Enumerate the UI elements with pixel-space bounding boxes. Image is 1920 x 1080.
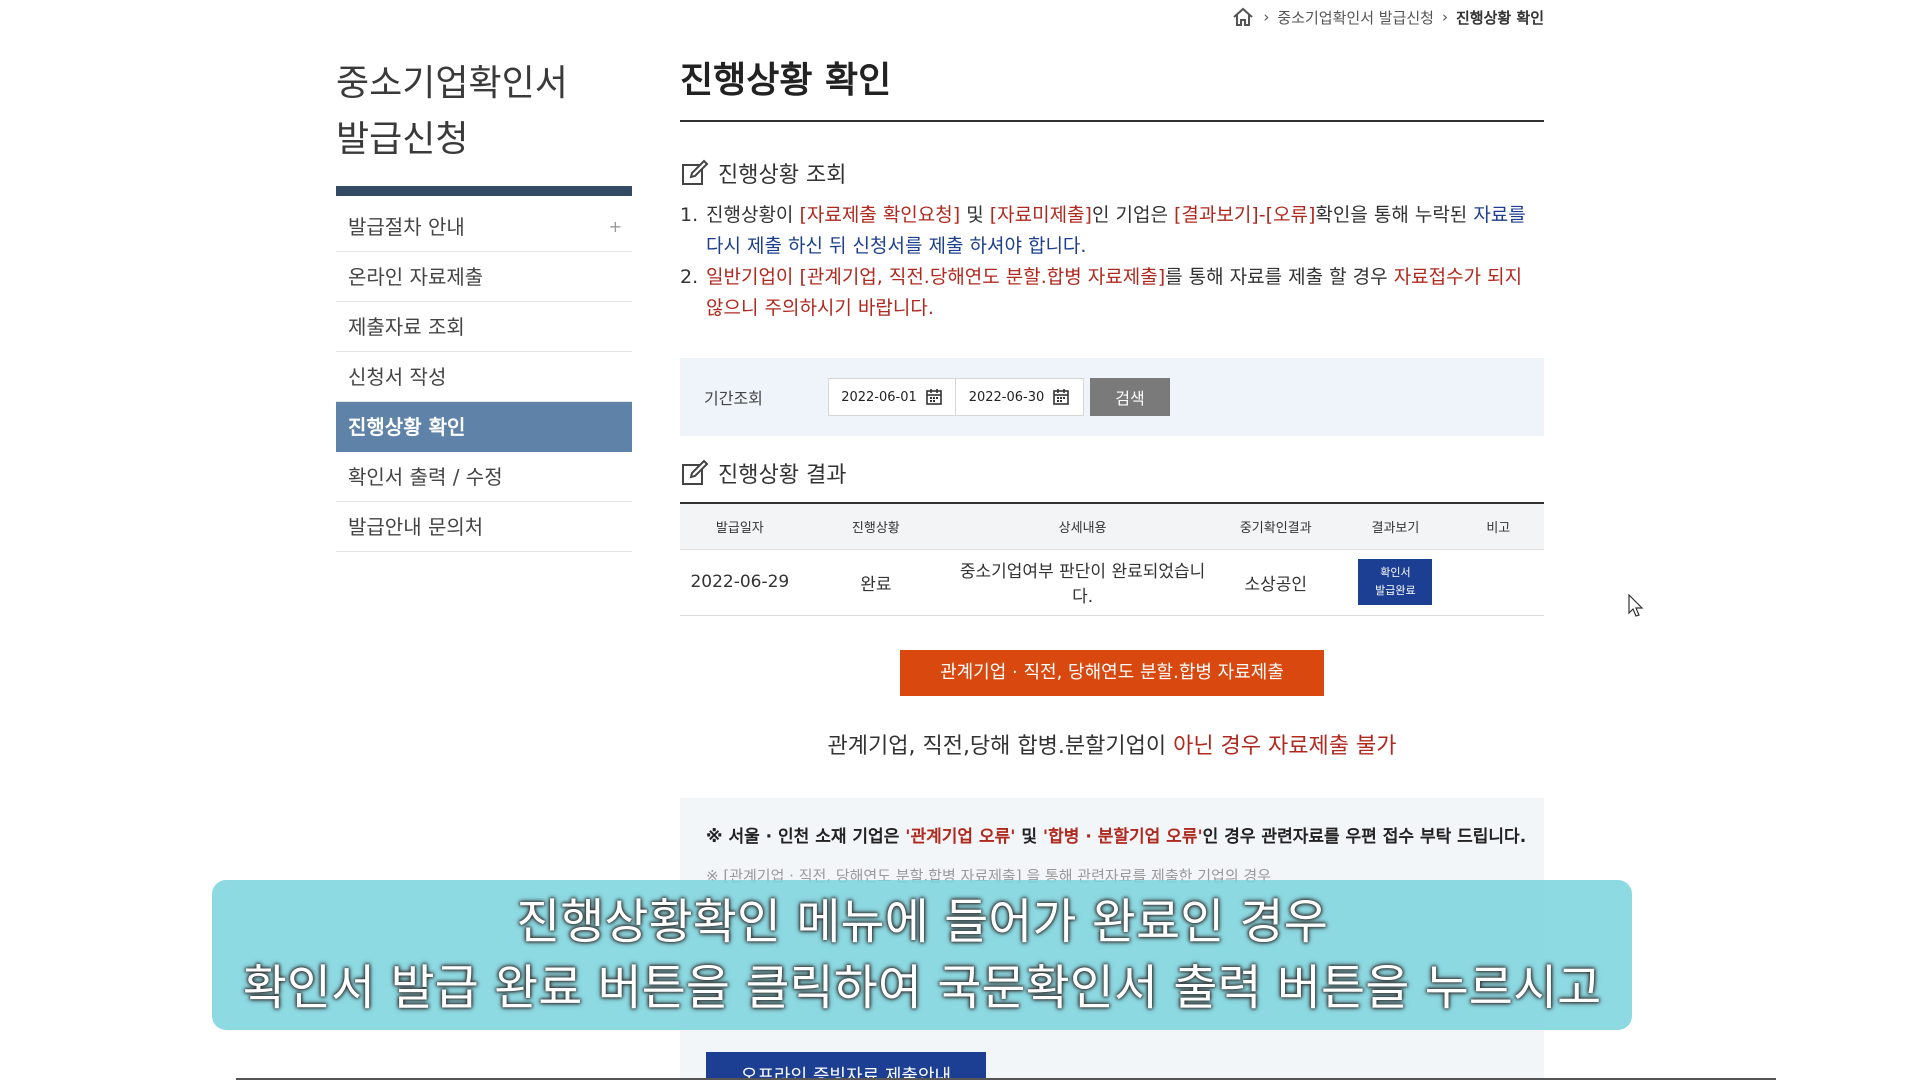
calendar-icon[interactable] [925, 388, 943, 406]
mail-notice-text: ※ 서울 · 인천 소재 기업은 '관계기업 오류' 및 '합병 · 분할기업 … [706, 826, 1527, 847]
sidebar-item-online-submit[interactable]: 온라인 자료제출 [336, 252, 632, 302]
notice-item: 2. 일반기업이 [관계기업, 직전.당해연도 분할.합병 자료제출]를 통해 … [680, 266, 1523, 319]
column-header: 결과보기 [1338, 503, 1453, 550]
start-date-input[interactable]: 2022-06-01 [828, 378, 956, 416]
notice-list: 1. 진행상황이 [자료제출 확인요청] 및 [자료미제출]인 기업은 [결과보… [680, 200, 1544, 324]
issue-date-cell: 2022-06-29 [680, 549, 800, 616]
period-label: 기간조회 [704, 389, 763, 408]
search-button[interactable]: 검색 [1090, 378, 1170, 416]
chevron-right-icon: › [1441, 8, 1448, 26]
column-header: 중기확인결과 [1213, 503, 1339, 550]
column-header: 진행상황 [799, 503, 953, 550]
sidebar-item-print-edit[interactable]: 확인서 출력 / 수정 [336, 452, 632, 502]
edit-icon [682, 459, 709, 485]
breadcrumb-item[interactable]: 중소기업확인서 발급신청 [1277, 7, 1434, 28]
column-header: 발급일자 [680, 503, 800, 550]
result-cell: 소상공인 [1213, 549, 1339, 616]
inquiry-section-title: 진행상황 조회 [680, 158, 1544, 188]
results-table: 발급일자 진행상황 상세내용 중기확인결과 결과보기 비고 2022-06-29… [680, 502, 1544, 616]
sidebar-menu: 발급절차 안내 + 온라인 자료제출 제출자료 조회 신청서 작성 진행상황 확… [336, 202, 632, 552]
mouse-cursor-icon [1628, 594, 1644, 617]
certificate-issued-button[interactable]: 확인서 발급완료 [1358, 559, 1433, 605]
submission-note: 관계기업, 직전,당해 합병.분할기업이 아닌 경우 자료제출 불가 [827, 733, 1397, 759]
result-section-title: 진행상황 결과 [680, 458, 1544, 488]
column-header: 상세내용 [952, 503, 1214, 550]
subtitle-line: 확인서 발급 완료 버튼을 클릭하여 국문확인서 출력 버튼을 누르시고 [242, 960, 1602, 1016]
edit-icon [682, 159, 709, 185]
offline-evidence-button[interactable]: 오프라인 증빙자료 제출안내 [706, 1051, 986, 1080]
home-icon[interactable] [1231, 6, 1255, 28]
view-cell: 확인서 발급완료 [1338, 549, 1453, 616]
detail-cell: 중소기업여부 판단이 완료되었습니다. [952, 549, 1214, 616]
subtitle-line: 진행상황확인 메뉴에 들어가 완료인 경우 [516, 894, 1328, 950]
video-subtitle: 진행상황확인 메뉴에 들어가 완료인 경우 확인서 발급 완료 버튼을 클릭하여… [212, 880, 1632, 1030]
sidebar-item-progress[interactable]: 진행상황 확인 [336, 402, 632, 452]
period-search-box: 기간조회 2022-06-01 2022-06-30 검색 [680, 358, 1544, 436]
remark-cell [1452, 549, 1544, 616]
sidebar-item-submitted-view[interactable]: 제출자료 조회 [336, 302, 632, 352]
plus-icon[interactable]: + [609, 202, 622, 252]
breadcrumb-current: 진행상황 확인 [1455, 8, 1544, 27]
calendar-icon[interactable] [1052, 388, 1070, 406]
end-date-input[interactable]: 2022-06-30 [956, 378, 1084, 416]
related-company-submit-button[interactable]: 관계기업 · 직전, 당해연도 분할.합병 자료제출 [900, 649, 1324, 696]
table-header-row: 발급일자 진행상황 상세내용 중기확인결과 결과보기 비고 [680, 503, 1544, 550]
status-cell: 완료 [799, 549, 953, 616]
chevron-right-icon: › [1263, 8, 1270, 26]
sidebar-item-contact[interactable]: 발급안내 문의처 [336, 502, 632, 552]
breadcrumb: › 중소기업확인서 발급신청 › 진행상황 확인 [1231, 6, 1544, 28]
sidebar-item-procedure[interactable]: 발급절차 안내 + [336, 202, 632, 252]
column-header: 비고 [1452, 503, 1544, 550]
table-row: 2022-06-29 완료 중소기업여부 판단이 완료되었습니다. 소상공인 확… [680, 549, 1544, 616]
page-title: 진행상황 확인 [680, 56, 1544, 122]
sidebar: 중소기업확인서 발급신청 발급절차 안내 + 온라인 자료제출 제출자료 조회 … [336, 56, 632, 552]
notice-item: 1. 진행상황이 [자료제출 확인요청] 및 [자료미제출]인 기업은 [결과보… [680, 204, 1526, 257]
sidebar-title: 중소기업확인서 발급신청 [336, 56, 632, 196]
sidebar-item-application[interactable]: 신청서 작성 [336, 352, 632, 402]
